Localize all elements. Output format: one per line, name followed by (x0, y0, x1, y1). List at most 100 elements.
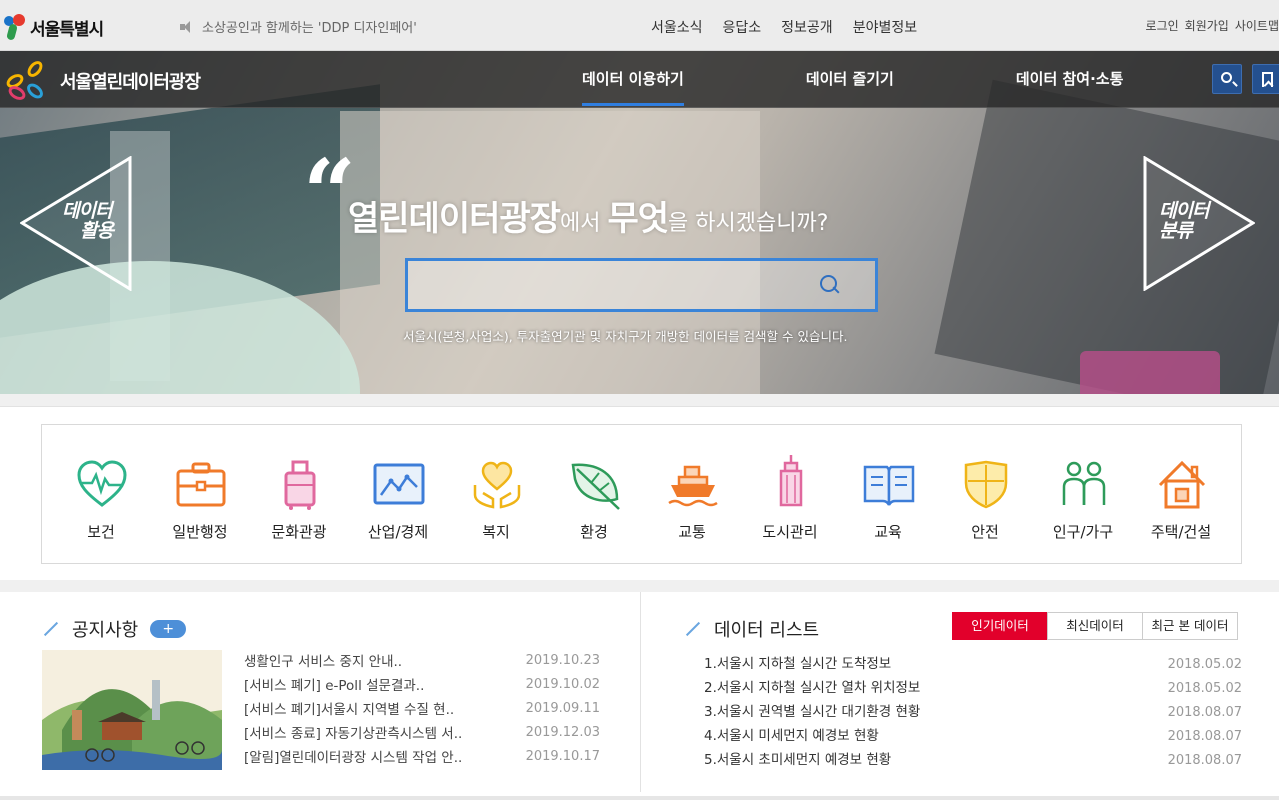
category-population-household[interactable]: 인구/가구 (1034, 425, 1132, 563)
notice-item-title[interactable]: [서비스 폐기]서울시 지역별 수질 현.. (244, 698, 454, 718)
footer-band (0, 796, 1279, 800)
bookmark-button[interactable] (1252, 64, 1279, 94)
category-label: 산업/경제 (367, 523, 429, 541)
category-urban-management[interactable]: 도시관리 (741, 425, 839, 563)
search-button[interactable] (1212, 64, 1242, 94)
data-usage-arrow-button[interactable]: 데이터 활용 (19, 155, 132, 292)
notice-item[interactable]: 생활인구 서비스 중지 안내.. 2019.10.23 (244, 648, 600, 672)
ship-icon (668, 465, 718, 507)
category-industry-economy[interactable]: 산업/경제 (349, 425, 447, 563)
brand-logo[interactable]: 서울열린데이터광장 (4, 58, 201, 103)
data-item-title[interactable]: 5.서울시 초미세먼지 예경보 현황 (704, 748, 891, 768)
search-submit-icon[interactable] (820, 275, 840, 295)
flower-logo-icon (4, 58, 50, 103)
data-list-item[interactable]: 2.서울시 지하철 실시간 열차 위치정보 2018.05.02 (704, 676, 1242, 700)
hero-search-input[interactable] (408, 261, 808, 309)
headline-part-4: 을 하시겠습니까? (668, 211, 829, 236)
hero-headline: 열린데이터광장에서 무엇을 하시겠습니까? (348, 191, 828, 240)
notice-item-date: 2019.10.17 (525, 748, 600, 764)
right-arrow-label-1: 데이터 (1159, 200, 1209, 222)
data-item-date: 2018.08.07 (1167, 753, 1242, 768)
menu-enjoy-data[interactable]: 데이터 즐기기 (806, 68, 894, 89)
luggage-icon (284, 460, 316, 510)
category-culture-tourism[interactable]: 문화관광 (250, 425, 348, 563)
category-label: 주택/건설 (1150, 523, 1212, 541)
data-list-item[interactable]: 1.서울시 지하철 실시간 도착정보 2018.05.02 (704, 652, 1242, 676)
category-label: 문화관광 (271, 523, 327, 541)
util-links: 로그인 회원가입 사이트맵 (1146, 17, 1279, 34)
notice-item-title[interactable]: [서비스 종료] 자동기상관측시스템 서.. (244, 722, 462, 742)
seoul-logo-mark-icon (2, 14, 26, 41)
gov-nav-link-response[interactable]: 응답소 (723, 17, 762, 37)
category-housing-construction[interactable]: 주택/건설 (1132, 425, 1230, 563)
tab-latest-data[interactable]: 최신데이터 (1047, 612, 1143, 640)
main-menu: 데이터 이용하기 데이터 즐기기 데이터 참여·소통 (582, 68, 1245, 106)
category-label: 교육 (874, 523, 902, 541)
line-chart-icon (373, 463, 425, 505)
data-item-title[interactable]: 4.서울시 미세먼지 예경보 현황 (704, 724, 879, 744)
data-list: 1.서울시 지하철 실시간 도착정보 2018.05.02 2.서울시 지하철 실… (704, 652, 1242, 772)
notice-item-date: 2019.10.23 (525, 652, 600, 668)
data-list-item[interactable]: 4.서울시 미세먼지 예경보 현황 2018.08.07 (704, 724, 1242, 748)
gov-notice-text[interactable]: 소상공인과 함께하는 'DDP 디자인페어' (202, 17, 417, 36)
gov-notice[interactable]: 소상공인과 함께하는 'DDP 디자인페어' (180, 17, 417, 36)
tab-popular-data[interactable]: 인기데이터 (952, 612, 1048, 640)
seoul-logo[interactable]: 서울특별시 (2, 12, 104, 42)
bookmark-icon (1262, 72, 1273, 87)
data-list-tabs: 인기데이터 최신데이터 최근 본 데이터 (952, 612, 1238, 640)
category-label: 일반행정 (172, 523, 228, 541)
data-item-title[interactable]: 1.서울시 지하철 실시간 도착정보 (704, 652, 891, 672)
category-welfare[interactable]: 복지 (447, 425, 545, 563)
data-list-title: 데이터 리스트 (714, 620, 820, 641)
notice-item[interactable]: [서비스 종료] 자동기상관측시스템 서.. 2019.12.03 (244, 720, 600, 744)
notice-item[interactable]: [알림]열린데이터광장 시스템 작업 안.. 2019.10.17 (244, 744, 600, 768)
headline-part-3: 무엇 (607, 199, 669, 239)
signup-link[interactable]: 회원가입 (1185, 17, 1229, 34)
menu-participate[interactable]: 데이터 참여·소통 (1016, 68, 1124, 89)
hero-search-hint: 서울시(본청,사업소), 투자출연기관 및 자치구가 개방한 데이터를 검색할 … (403, 329, 848, 344)
gov-nav-link-news[interactable]: 서울소식 (651, 17, 703, 37)
bottom-section: 공지사항 + 생활인구 서비스 중지 안내.. 2019.10.23 [서비스 … (0, 592, 1279, 800)
house-icon (1158, 460, 1206, 509)
notice-item-title[interactable]: [서비스 폐기] e-Poll 설문결과.. (244, 674, 424, 694)
speaker-icon (180, 20, 196, 33)
category-transport[interactable]: 교통 (643, 425, 741, 563)
headline-part-1: 열린데이터광장 (348, 199, 561, 239)
notice-item-title[interactable]: [알림]열린데이터광장 시스템 작업 안.. (244, 746, 462, 766)
data-category-arrow-button[interactable]: 데이터 분류 (1143, 155, 1256, 292)
notice-more-button[interactable]: + (150, 620, 187, 638)
gov-nav: 서울소식 응답소 정보공개 분야별정보 (651, 17, 917, 37)
tab-recently-viewed[interactable]: 최근 본 데이터 (1142, 612, 1238, 640)
data-list-item[interactable]: 5.서울시 초미세먼지 예경보 현황 2018.08.07 (704, 748, 1242, 772)
shield-icon (964, 460, 1008, 509)
slash-icon (685, 621, 701, 637)
main-nav-bar: 서울열린데이터광장 데이터 이용하기 데이터 즐기기 데이터 참여·소통 (0, 51, 1279, 108)
category-grid: 보건 일반행정 문화관광 산업/경제 복지 환경 교통 도시관리 교육 안전 인… (41, 424, 1242, 564)
sitemap-link[interactable]: 사이트맵 (1235, 17, 1279, 34)
notice-item[interactable]: [서비스 폐기] e-Poll 설문결과.. 2019.10.02 (244, 672, 600, 696)
notice-item[interactable]: [서비스 폐기]서울시 지역별 수질 현.. 2019.09.11 (244, 696, 600, 720)
right-arrow-label-2: 분류 (1159, 220, 1193, 242)
category-environment[interactable]: 환경 (545, 425, 643, 563)
login-link[interactable]: 로그인 (1146, 17, 1179, 34)
category-general-admin[interactable]: 일반행정 (151, 425, 249, 563)
category-label: 도시관리 (762, 523, 818, 541)
data-item-date: 2018.05.02 (1167, 681, 1242, 696)
category-label: 안전 (971, 523, 999, 541)
category-safety[interactable]: 안전 (936, 425, 1034, 563)
data-item-date: 2018.08.07 (1167, 705, 1242, 720)
category-education[interactable]: 교육 (839, 425, 937, 563)
category-health[interactable]: 보건 (52, 425, 150, 563)
data-list-header: 데이터 리스트 (684, 616, 819, 642)
notice-item-title[interactable]: 생활인구 서비스 중지 안내.. (244, 650, 402, 670)
menu-use-data[interactable]: 데이터 이용하기 (582, 68, 684, 106)
notice-illustration (42, 650, 222, 770)
gov-nav-link-field-info[interactable]: 분야별정보 (853, 17, 917, 37)
quote-mark-icon: “ (303, 139, 356, 247)
data-item-date: 2018.08.07 (1167, 729, 1242, 744)
gov-nav-link-disclosure[interactable]: 정보공개 (781, 17, 833, 37)
book-icon (863, 465, 915, 506)
data-item-title[interactable]: 2.서울시 지하철 실시간 열차 위치정보 (704, 676, 920, 696)
data-list-item[interactable]: 3.서울시 권역별 실시간 대기환경 현황 2018.08.07 (704, 700, 1242, 724)
data-item-title[interactable]: 3.서울시 권역별 실시간 대기환경 현황 (704, 700, 920, 720)
